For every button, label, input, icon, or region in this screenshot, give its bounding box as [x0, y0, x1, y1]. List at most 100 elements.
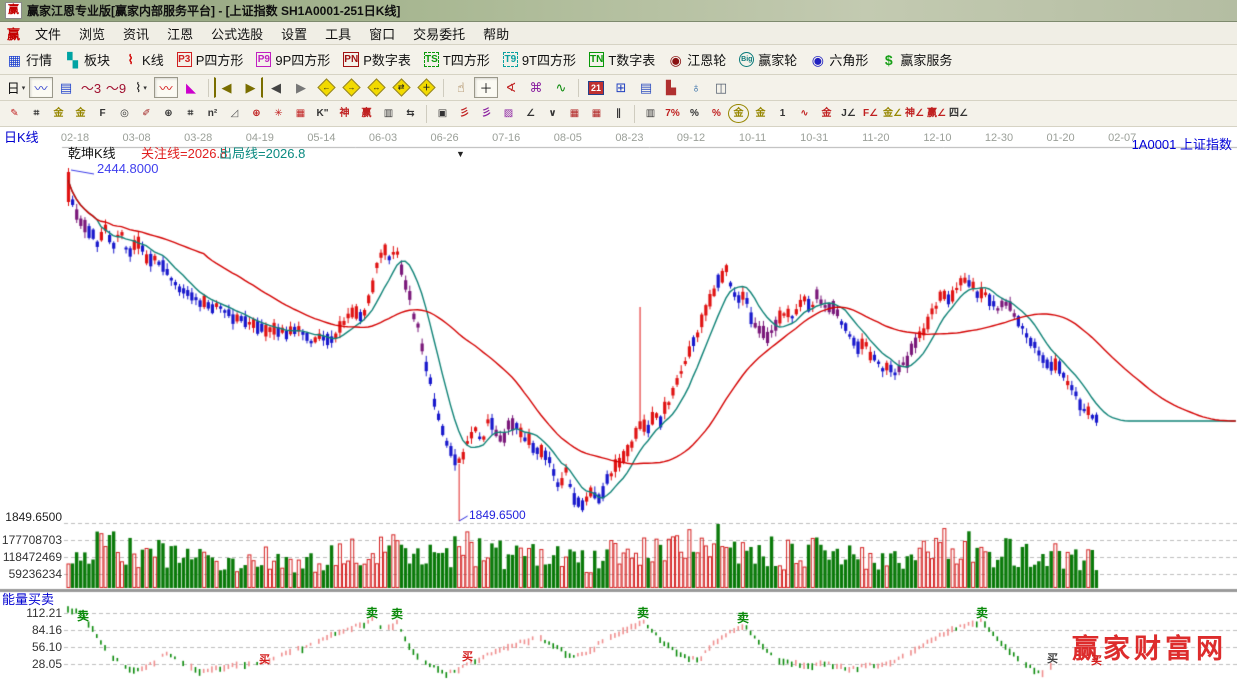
- btn-wave-9[interactable]: 〜9: [104, 77, 128, 98]
- draw-ruler[interactable]: ▥: [378, 104, 399, 123]
- btn-shift-left[interactable]: ←: [314, 77, 338, 98]
- menu-item-7[interactable]: 窗口: [360, 22, 404, 45]
- menu-logo-icon: 赢: [7, 24, 20, 43]
- btn-info-panel[interactable]: ▤: [54, 77, 78, 98]
- draw-shen-grid[interactable]: 神: [334, 104, 355, 123]
- draw-circle-cross[interactable]: ⊕: [246, 104, 267, 123]
- draw-one-pen[interactable]: 1: [772, 104, 793, 123]
- draw-gold-grid2[interactable]: 金: [70, 104, 91, 123]
- draw-angle-si[interactable]: 四∠: [948, 104, 969, 123]
- btn-gann-knot[interactable]: ⌘: [524, 77, 548, 98]
- draw-star-grid[interactable]: ✳: [268, 104, 289, 123]
- btn-wave-overlay[interactable]: 〰: [29, 77, 53, 98]
- btn-crosshair[interactable]: ＋: [474, 77, 498, 98]
- btn-save-icon: ▙: [666, 80, 676, 96]
- btn-9p-square[interactable]: P99P四方形: [253, 49, 333, 70]
- draw-red-grid2[interactable]: ▦: [586, 104, 607, 123]
- draw-gold-underline[interactable]: 金: [816, 104, 837, 123]
- draw-pct-line[interactable]: %: [706, 104, 727, 123]
- btn-winner-wheel[interactable]: Big赢家轮: [736, 49, 800, 70]
- draw-ying-grid[interactable]: 赢: [356, 104, 377, 123]
- btn-hexagon-icon: ◉: [810, 52, 825, 67]
- menu-item-4[interactable]: 公式选股: [202, 22, 272, 45]
- btn-calculator[interactable]: ⊞: [609, 77, 633, 98]
- btn-shift-right[interactable]: →: [339, 77, 363, 98]
- draw-f-grid[interactable]: F: [92, 104, 113, 123]
- menu-item-1[interactable]: 浏览: [70, 22, 114, 45]
- btn-save[interactable]: ▙: [659, 77, 683, 98]
- btn-calendar[interactable]: 21: [584, 77, 608, 98]
- btn-gann-wheel[interactable]: ◉江恩轮: [665, 49, 729, 70]
- draw-k2[interactable]: K": [312, 104, 333, 123]
- btn-measure[interactable]: ∢: [499, 77, 523, 98]
- btn-free-draw[interactable]: ∿: [549, 77, 573, 98]
- btn-winner-service[interactable]: $赢家服务: [878, 49, 955, 70]
- btn-candle-style[interactable]: ⌇▾: [129, 77, 153, 98]
- btn-network[interactable]: ♁: [684, 77, 708, 98]
- draw-angle-gold[interactable]: 金∠: [882, 104, 903, 123]
- draw-fan-box[interactable]: 彡: [476, 104, 497, 123]
- menu-item-2[interactable]: 资讯: [114, 22, 158, 45]
- draw-vlines[interactable]: ∨: [542, 104, 563, 123]
- btn-next[interactable]: ▶: [289, 77, 313, 98]
- draw-circle-grid[interactable]: ⊕: [158, 104, 179, 123]
- menu-item-9[interactable]: 帮助: [474, 22, 518, 45]
- draw-pct[interactable]: %: [684, 104, 705, 123]
- kline-chart-canvas[interactable]: [0, 127, 1237, 681]
- draw-angle-j[interactable]: J∠: [838, 104, 859, 123]
- draw-angle-ying[interactable]: 赢∠: [926, 104, 947, 123]
- draw-pen[interactable]: ✎: [4, 104, 25, 123]
- menu-item-3[interactable]: 江恩: [158, 22, 202, 45]
- btn-hexagon[interactable]: ◉六角形: [807, 49, 871, 70]
- draw-pct7[interactable]: 7%: [662, 104, 683, 123]
- btn-t-square[interactable]: TST四方形: [421, 49, 493, 70]
- btn-drag-hand[interactable]: ☝: [449, 77, 473, 98]
- menu-item-8[interactable]: 交易委托: [404, 22, 474, 45]
- btn-t-table[interactable]: TNT数字表: [586, 49, 658, 70]
- draw-n2[interactable]: n²: [202, 104, 223, 123]
- draw-angles[interactable]: ∠: [520, 104, 541, 123]
- draw-gold-lines[interactable]: 金: [750, 104, 771, 123]
- btn-prev[interactable]: ◀: [264, 77, 288, 98]
- draw-red-grid1[interactable]: ▦: [564, 104, 585, 123]
- draw-pen2[interactable]: ✐: [136, 104, 157, 123]
- menu-item-5[interactable]: 设置: [272, 22, 316, 45]
- draw-fan[interactable]: 彡: [454, 104, 475, 123]
- draw-spiral[interactable]: ◎: [114, 104, 135, 123]
- btn-qiankun-wave[interactable]: 〰: [154, 77, 178, 98]
- btn-kline[interactable]: ⌇K线: [120, 49, 167, 70]
- draw-angle-pen[interactable]: ◿: [224, 104, 245, 123]
- btn-p-table[interactable]: PNP数字表: [340, 49, 414, 70]
- draw-square-grid[interactable]: ▦: [290, 104, 311, 123]
- btn-compress[interactable]: ⇄: [389, 77, 413, 98]
- btn-expand[interactable]: ＋: [414, 77, 438, 98]
- draw-box-fan[interactable]: ▨: [498, 104, 519, 123]
- draw-grid[interactable]: ⌗: [26, 104, 47, 123]
- btn-print[interactable]: ◫: [709, 77, 733, 98]
- draw-rect[interactable]: ▣: [432, 104, 453, 123]
- draw-gold-circle[interactable]: 金: [728, 104, 749, 123]
- draw-angle-shen[interactable]: 神∠: [904, 104, 925, 123]
- draw-hash[interactable]: ⌗: [180, 104, 201, 123]
- btn-histogram-icon: ◣: [186, 80, 196, 96]
- menu-item-0[interactable]: 文件: [26, 22, 70, 45]
- draw-pct-table[interactable]: ▥: [640, 104, 661, 123]
- btn-sectors[interactable]: ▚板块: [62, 49, 113, 70]
- draw-wave-line[interactable]: ∿: [794, 104, 815, 123]
- draw-h-span[interactable]: ⇆: [400, 104, 421, 123]
- btn-histogram[interactable]: ◣: [179, 77, 203, 98]
- btn-quotes-label: 行情: [26, 50, 52, 69]
- btn-zoom-horizontal[interactable]: ↔: [364, 77, 388, 98]
- btn-9t-square[interactable]: T99T四方形: [500, 49, 579, 70]
- btn-quotes[interactable]: ▦行情: [4, 49, 55, 70]
- btn-last-page[interactable]: ▶: [239, 77, 263, 98]
- menu-item-6[interactable]: 工具: [316, 22, 360, 45]
- btn-p-square[interactable]: P3P四方形: [174, 49, 247, 70]
- draw-gold-grid1[interactable]: 金: [48, 104, 69, 123]
- draw-parallel[interactable]: ∥: [608, 104, 629, 123]
- draw-angle-f[interactable]: F∠: [860, 104, 881, 123]
- btn-notes[interactable]: ▤: [634, 77, 658, 98]
- btn-wave-3[interactable]: 〜3: [79, 77, 103, 98]
- btn-period-day[interactable]: 日▾: [4, 77, 28, 98]
- btn-first-page[interactable]: ◀: [214, 77, 238, 98]
